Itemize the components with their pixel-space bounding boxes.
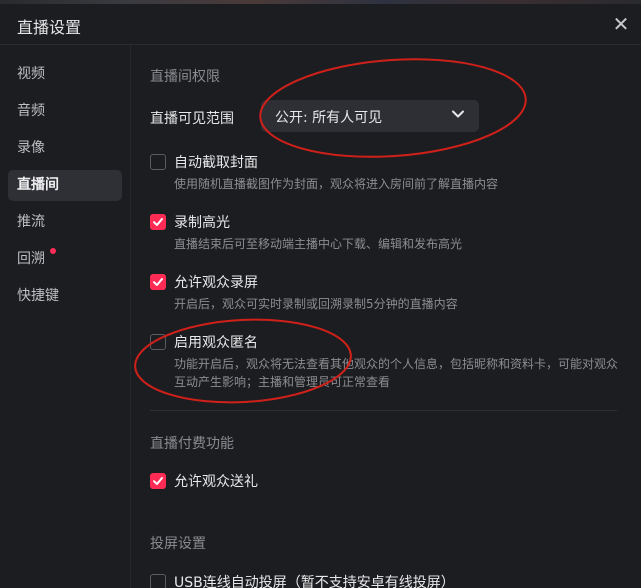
settings-content: 直播间权限 直播可见范围 公开: 所有人可见 自动截取封面 使用随机直播截图作为… bbox=[131, 45, 641, 588]
section-divider bbox=[150, 410, 617, 411]
visibility-dropdown-value: 公开: 所有人可见 bbox=[275, 110, 383, 126]
sidebar-item-label: 推流 bbox=[17, 214, 45, 230]
record-highlights-label: 录制高光 bbox=[174, 215, 230, 231]
anonymous-viewers-checkbox[interactable] bbox=[150, 334, 166, 350]
sidebar-item-shortcuts[interactable]: 快捷键 bbox=[8, 281, 122, 312]
auto-cover-label: 自动截取封面 bbox=[174, 155, 258, 171]
sidebar-item-video[interactable]: 视频 bbox=[8, 59, 122, 90]
sidebar-item-audio[interactable]: 音频 bbox=[8, 96, 122, 127]
close-button[interactable]: ✕ bbox=[609, 12, 633, 36]
auto-cover-checkbox[interactable] bbox=[150, 154, 166, 170]
checkmark-icon bbox=[153, 218, 163, 226]
allow-screen-record-description: 开启后，观众可实时录制或回溯录制5分钟的直播内容 bbox=[174, 297, 458, 311]
auto-cover-description: 使用随机直播截图作为封面，观众将进入房间前了解直播内容 bbox=[174, 177, 499, 191]
section-title-screen-cast: 投屏设置 bbox=[150, 536, 206, 552]
close-icon: ✕ bbox=[612, 12, 630, 36]
live-settings-window: 直播设置 ✕ 视频 音频 录像 直播间 推流 回溯 快捷键 直播间权限 直播可见… bbox=[0, 0, 641, 588]
sidebar-item-label: 录像 bbox=[17, 140, 45, 156]
anonymous-viewers-description-line-2: 互动产生影响；主播和管理员可正常查看 bbox=[174, 375, 391, 389]
sidebar-item-streaming[interactable]: 推流 bbox=[8, 207, 122, 238]
anonymous-viewers-description-line-1: 功能开启后，观众将无法查看其他观众的个人信息，包括昵称和资料卡，可能对观众 bbox=[174, 357, 619, 371]
visibility-dropdown[interactable]: 公开: 所有人可见 bbox=[261, 100, 479, 132]
allow-screen-record-label: 允许观众录屏 bbox=[174, 275, 258, 291]
sidebar-item-replay[interactable]: 回溯 bbox=[8, 244, 122, 275]
sidebar-item-label: 直播间 bbox=[17, 177, 59, 193]
allow-screen-record-checkbox[interactable] bbox=[150, 274, 166, 290]
usb-auto-cast-label: USB连线自动投屏（暂不支持安卓有线投屏） bbox=[174, 575, 455, 588]
title-bar: 直播设置 ✕ bbox=[0, 4, 641, 45]
visibility-label: 直播可见范围 bbox=[150, 111, 234, 127]
sidebar-item-label: 音频 bbox=[17, 103, 45, 119]
window-title: 直播设置 bbox=[17, 18, 82, 37]
allow-gifts-checkbox[interactable] bbox=[150, 473, 166, 489]
record-highlights-checkbox[interactable] bbox=[150, 214, 166, 230]
chevron-down-icon bbox=[452, 110, 464, 118]
notification-dot bbox=[50, 248, 56, 254]
allow-gifts-label: 允许观众送礼 bbox=[174, 474, 258, 490]
sidebar-item-live-room[interactable]: 直播间 bbox=[8, 170, 122, 201]
record-highlights-description: 直播结束后可至移动端主播中心下载、编辑和发布高光 bbox=[174, 237, 463, 251]
sidebar: 视频 音频 录像 直播间 推流 回溯 快捷键 bbox=[0, 45, 131, 588]
sidebar-item-recording[interactable]: 录像 bbox=[8, 133, 122, 164]
checkmark-icon bbox=[153, 278, 163, 286]
sidebar-item-label: 回溯 bbox=[17, 251, 45, 267]
section-title-room-permissions: 直播间权限 bbox=[150, 69, 220, 85]
sidebar-item-label: 视频 bbox=[17, 66, 45, 82]
sidebar-item-label: 快捷键 bbox=[17, 288, 59, 304]
checkmark-icon bbox=[153, 477, 163, 485]
usb-auto-cast-checkbox[interactable] bbox=[150, 574, 166, 588]
anonymous-viewers-label: 启用观众匿名 bbox=[174, 335, 258, 351]
section-title-paid-features: 直播付费功能 bbox=[150, 436, 234, 452]
